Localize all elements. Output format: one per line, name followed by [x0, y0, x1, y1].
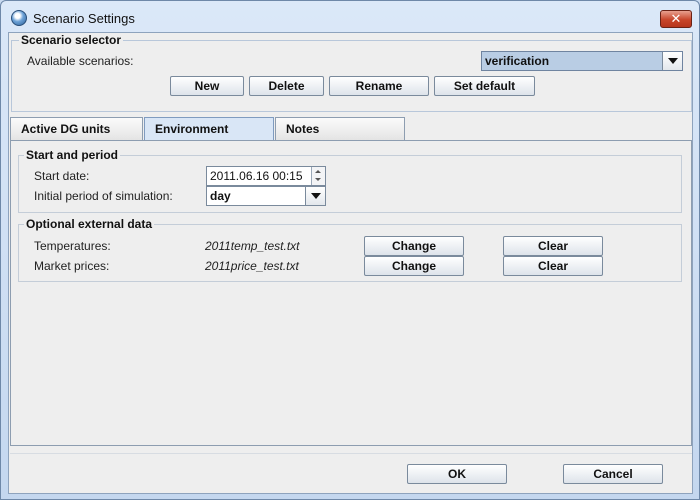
temperatures-label: Temperatures: — [34, 239, 111, 253]
scenario-selector-title: Scenario selector — [19, 33, 124, 47]
scenario-combobox-value: verification — [485, 54, 550, 68]
ok-button[interactable]: OK — [407, 464, 507, 484]
new-scenario-button[interactable]: New — [170, 76, 244, 96]
close-icon: ✕ — [670, 11, 682, 26]
start-date-label: Start date: — [34, 169, 90, 183]
spinner-arrows-icon[interactable] — [311, 167, 325, 185]
clear-market-prices-button[interactable]: Clear — [503, 256, 603, 276]
window-title: Scenario Settings — [33, 11, 135, 26]
available-scenarios-label: Available scenarios: — [27, 54, 134, 68]
external-data-title: Optional external data — [24, 217, 155, 231]
initial-period-combobox[interactable]: day — [206, 186, 326, 206]
spinner-down-icon[interactable] — [315, 178, 321, 181]
cancel-button[interactable]: Cancel — [563, 464, 663, 484]
start-date-value: 2011.06.16 00:15 — [210, 169, 303, 183]
initial-period-label: Initial period of simulation: — [34, 189, 173, 203]
close-window-button[interactable]: ✕ — [660, 10, 692, 28]
rename-scenario-button[interactable]: Rename — [329, 76, 429, 96]
delete-scenario-button[interactable]: Delete — [249, 76, 324, 96]
chevron-down-icon[interactable] — [305, 187, 325, 205]
market-prices-file-name: 2011price_test.txt — [205, 259, 299, 273]
initial-period-value: day — [210, 189, 231, 203]
start-date-spinner[interactable]: 2011.06.16 00:15 — [206, 166, 326, 186]
tab-environment[interactable]: Environment — [144, 117, 274, 141]
tab-notes[interactable]: Notes — [275, 117, 405, 140]
set-default-scenario-button[interactable]: Set default — [434, 76, 535, 96]
temperatures-file-name: 2011temp_test.txt — [205, 239, 300, 253]
scenario-combobox[interactable]: verification — [481, 51, 683, 71]
dialog-client-area: Scenario selector Available scenarios: v… — [8, 32, 693, 494]
start-period-group — [18, 155, 682, 213]
scenario-settings-window: Scenario Settings ✕ Scenario selector Av… — [0, 0, 700, 500]
app-globe-icon — [11, 10, 27, 26]
start-period-title: Start and period — [24, 148, 121, 162]
market-prices-label: Market prices: — [34, 259, 110, 273]
chevron-down-icon[interactable] — [662, 52, 682, 70]
change-market-prices-button[interactable]: Change — [364, 256, 464, 276]
change-temperatures-button[interactable]: Change — [364, 236, 464, 256]
spinner-up-icon[interactable] — [315, 170, 321, 173]
clear-temperatures-button[interactable]: Clear — [503, 236, 603, 256]
title-bar[interactable]: Scenario Settings ✕ — [1, 1, 699, 33]
tab-active-dg-units[interactable]: Active DG units — [10, 117, 143, 140]
